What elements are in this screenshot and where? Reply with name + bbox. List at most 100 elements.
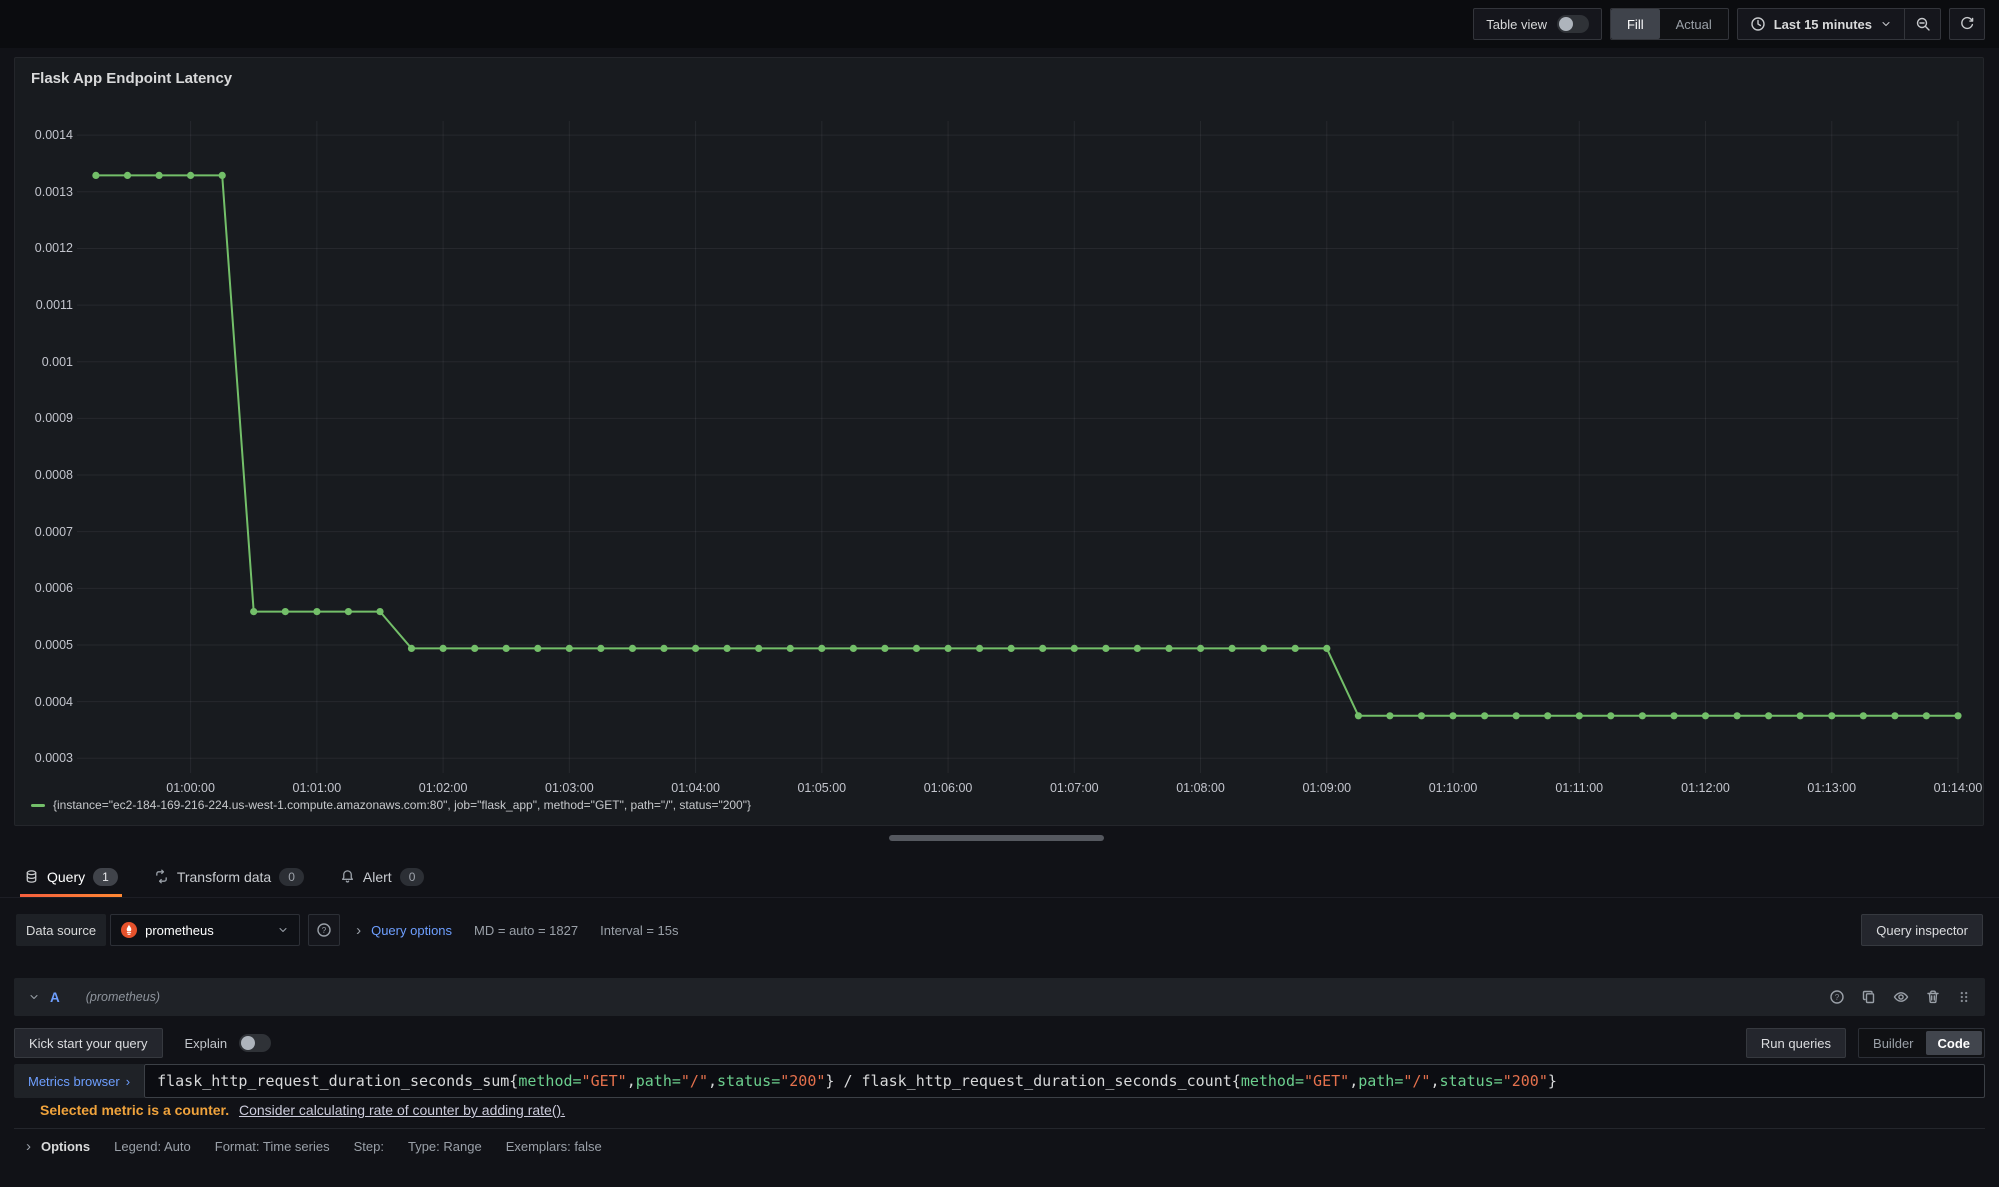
drag-handle-icon[interactable] [1957,990,1971,1004]
query-token: method= [518,1072,581,1090]
data-point [1923,712,1930,719]
query-expression-input[interactable]: flask_http_request_duration_seconds_sum{… [144,1064,1985,1098]
data-point [1323,645,1330,652]
option-format: Format: Time series [215,1139,330,1154]
run-queries-button[interactable]: Run queries [1746,1028,1846,1058]
data-point [1386,712,1393,719]
query-row-header[interactable]: A (prometheus) ? [14,978,1985,1016]
option-type: Type: Range [408,1139,482,1154]
data-point [345,608,352,615]
data-point [187,172,194,179]
data-point [1292,645,1299,652]
kick-start-button[interactable]: Kick start your query [14,1028,163,1058]
bell-icon [340,869,355,884]
builder-option[interactable]: Builder [1861,1031,1925,1055]
y-tick-label: 0.0007 [35,525,73,539]
eye-icon[interactable] [1893,989,1909,1005]
query-options-link[interactable]: Query options [371,923,452,938]
prometheus-logo-icon [121,922,137,938]
actual-option[interactable]: Actual [1660,9,1728,39]
data-point [1418,712,1425,719]
refresh-button[interactable] [1949,8,1985,40]
refresh-icon [1959,16,1975,32]
data-point [1797,712,1804,719]
database-icon [24,869,39,884]
options-summary[interactable]: › Options Legend: Auto Format: Time seri… [14,1128,1985,1164]
metrics-browser-button[interactable]: Metrics browser › [14,1064,144,1098]
query-token: } / [825,1072,861,1090]
chevron-right-icon: › [126,1074,130,1089]
data-point [913,645,920,652]
data-point [724,645,731,652]
max-data-points-text: MD = auto = 1827 [474,923,578,938]
query-inspector-button[interactable]: Query inspector [1861,914,1983,946]
query-token: } [1548,1072,1557,1090]
query-token: status= [717,1072,780,1090]
alert-count-badge: 0 [400,868,425,886]
datasource-picker[interactable]: prometheus [110,914,300,946]
scrollbar-thumb[interactable] [889,835,1104,841]
series-color-dash [31,804,45,807]
explain-toggle[interactable] [239,1034,271,1052]
data-point [534,645,541,652]
y-tick-label: 0.001 [42,355,73,369]
data-point [440,645,447,652]
time-range-button[interactable]: Last 15 minutes [1738,16,1904,32]
options-header: › Options [26,1138,90,1155]
y-tick-label: 0.0012 [35,241,73,255]
query-token: , [1349,1072,1358,1090]
x-tick-label: 01:10:00 [1429,781,1478,795]
data-point [1071,645,1078,652]
help-circle-icon[interactable]: ? [1829,989,1845,1005]
datasource-help-button[interactable]: ? [308,914,340,946]
x-tick-label: 01:12:00 [1681,781,1730,795]
x-tick-label: 01:08:00 [1176,781,1225,795]
y-tick-label: 0.0004 [35,695,73,709]
duplicate-icon[interactable] [1861,989,1877,1005]
datasource-value: prometheus [145,923,214,938]
query-token: , [627,1072,636,1090]
tab-query-label: Query [47,869,85,885]
data-point [124,172,131,179]
y-tick-label: 0.0003 [35,751,73,765]
query-expression: flask_http_request_duration_seconds_sum{… [157,1072,1557,1090]
tab-query[interactable]: Query 1 [20,856,122,897]
query-token: path= [636,1072,681,1090]
data-point [92,172,99,179]
data-point [629,645,636,652]
query-token: "/" [1403,1072,1430,1090]
tab-alert[interactable]: Alert 0 [336,856,428,897]
grafana-panel-editor: Table view Fill Actual Last 15 minutes F… [0,0,1999,1187]
data-point [1639,712,1646,719]
table-view-toggle[interactable] [1557,15,1589,33]
query-toolbar: Kick start your query Explain Run querie… [14,1028,1985,1058]
query-field-row: Metrics browser › flask_http_request_dur… [14,1064,1985,1098]
query-token: , [1430,1072,1439,1090]
option-step: Step: [354,1139,384,1154]
panel-title[interactable]: Flask App Endpoint Latency [31,70,232,87]
data-point [1513,712,1520,719]
warning-link[interactable]: Consider calculating rate of counter by … [239,1102,565,1118]
query-token: method= [1241,1072,1304,1090]
query-token: , [708,1072,717,1090]
data-point [219,172,226,179]
legend-label[interactable]: {instance="ec2-184-169-216-224.us-west-1… [53,798,751,812]
code-option[interactable]: Code [1926,1031,1983,1055]
trash-icon[interactable] [1925,989,1941,1005]
query-token: "200" [780,1072,825,1090]
builder-code-switch: Builder Code [1858,1028,1985,1058]
plot-area[interactable]: 01:00:0001:01:0001:02:0001:03:0001:04:00… [77,121,1958,773]
x-tick-label: 01:07:00 [1050,781,1099,795]
zoom-out-button[interactable] [1904,9,1940,39]
tab-transform-data[interactable]: Transform data 0 [150,856,308,897]
legend: {instance="ec2-184-169-216-224.us-west-1… [31,798,751,812]
data-point [408,645,415,652]
query-token: { [1232,1072,1241,1090]
option-exemplars: Exemplars: false [506,1139,602,1154]
y-tick-label: 0.0005 [35,638,73,652]
x-tick-label: 01:04:00 [671,781,720,795]
data-point [1102,645,1109,652]
query-token: "GET" [1304,1072,1349,1090]
query-token: "200" [1503,1072,1548,1090]
fill-option[interactable]: Fill [1611,9,1660,39]
